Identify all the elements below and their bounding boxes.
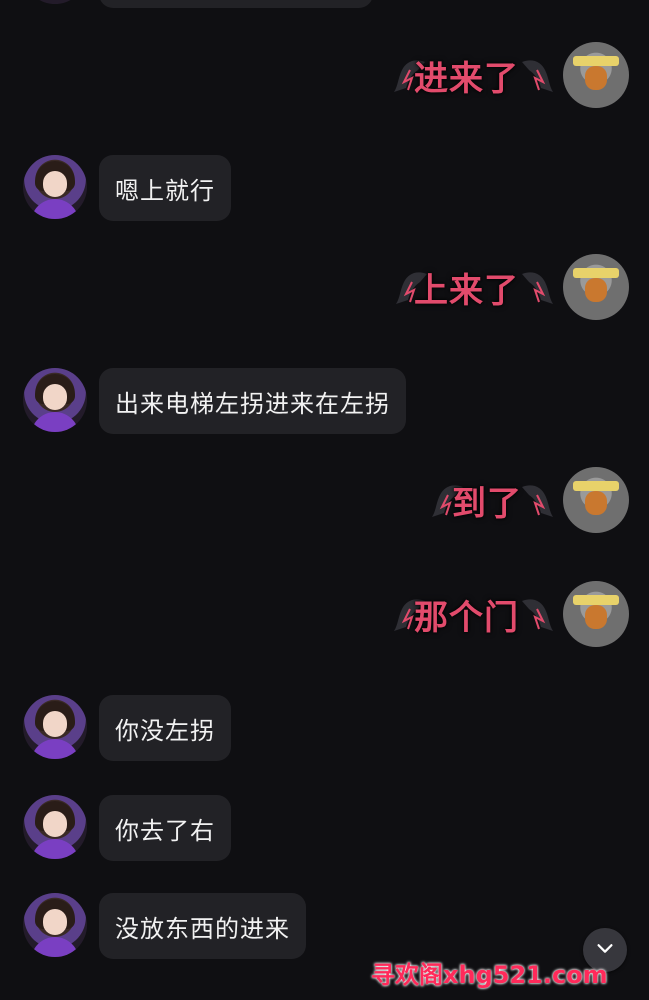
avatar-shirt	[31, 937, 79, 957]
message-text[interactable]: 上来了	[414, 266, 519, 311]
avatar-face	[43, 909, 67, 935]
message-row-left: 你去了右	[0, 795, 649, 865]
cat-icon	[585, 491, 607, 515]
message-bubble[interactable]: 没放东西的进来	[99, 893, 306, 959]
bat-wing-right-icon	[521, 477, 555, 523]
chat-thread[interactable]: 进来了 嗯上就行 上来了 出来电梯左拐进来在左拐 到了 那个门 你没左拐 你去了…	[0, 0, 649, 1000]
cat-icon	[585, 605, 607, 629]
message-bubble[interactable]	[99, 0, 373, 8]
avatar[interactable]	[23, 795, 87, 859]
message-row-right: 上来了	[0, 254, 649, 324]
avatar-shirt	[31, 739, 79, 759]
message-text: 你没左拐	[115, 716, 215, 745]
avatar[interactable]	[563, 581, 629, 647]
message-bubble[interactable]: 你没左拐	[99, 695, 231, 761]
bat-wing-right-icon	[521, 591, 555, 637]
message-row-right: 进来了	[0, 42, 649, 112]
avatar-face	[43, 811, 67, 837]
sticker-label	[573, 268, 619, 278]
avatar[interactable]	[23, 893, 87, 957]
sticker-label	[573, 595, 619, 605]
message-row-left: 你没左拐	[0, 695, 649, 765]
message-row-left: 嗯上就行	[0, 155, 649, 225]
avatar-shirt	[31, 412, 79, 432]
avatar[interactable]	[28, 0, 82, 4]
cat-icon	[585, 278, 607, 302]
avatar[interactable]	[563, 42, 629, 108]
avatar-face	[43, 711, 67, 737]
avatar-shirt	[31, 839, 79, 859]
message-row-left: 没放东西的进来	[0, 893, 649, 963]
avatar[interactable]	[23, 695, 87, 759]
sticker-label	[573, 56, 619, 66]
watermark: 寻欢阁xhg521.com	[371, 960, 608, 989]
avatar-face	[43, 384, 67, 410]
message-row-right: 那个门	[0, 581, 649, 651]
bat-wing-right-icon	[521, 52, 555, 98]
sticker-label	[573, 481, 619, 491]
bat-wing-right-icon	[521, 264, 555, 310]
message-bubble[interactable]: 你去了右	[99, 795, 231, 861]
avatar[interactable]	[23, 368, 87, 432]
message-text: 你去了右	[115, 816, 215, 845]
message-text[interactable]: 进来了	[414, 54, 519, 99]
avatar[interactable]	[563, 254, 629, 320]
message-text: 没放东西的进来	[115, 914, 290, 943]
message-text: 出来电梯左拐进来在左拐	[115, 389, 390, 418]
message-bubble[interactable]: 出来电梯左拐进来在左拐	[99, 368, 406, 434]
message-row-left: 出来电梯左拐进来在左拐	[0, 368, 649, 438]
avatar[interactable]	[23, 155, 87, 219]
cat-icon	[585, 66, 607, 90]
message-text: 嗯上就行	[115, 176, 215, 205]
message-bubble[interactable]: 嗯上就行	[99, 155, 231, 221]
message-row-right: 到了	[0, 467, 649, 537]
avatar-shirt	[31, 199, 79, 219]
avatar-face	[43, 171, 67, 197]
message-text[interactable]: 那个门	[414, 593, 519, 638]
message-text[interactable]: 到了	[452, 479, 522, 524]
avatar[interactable]	[563, 467, 629, 533]
